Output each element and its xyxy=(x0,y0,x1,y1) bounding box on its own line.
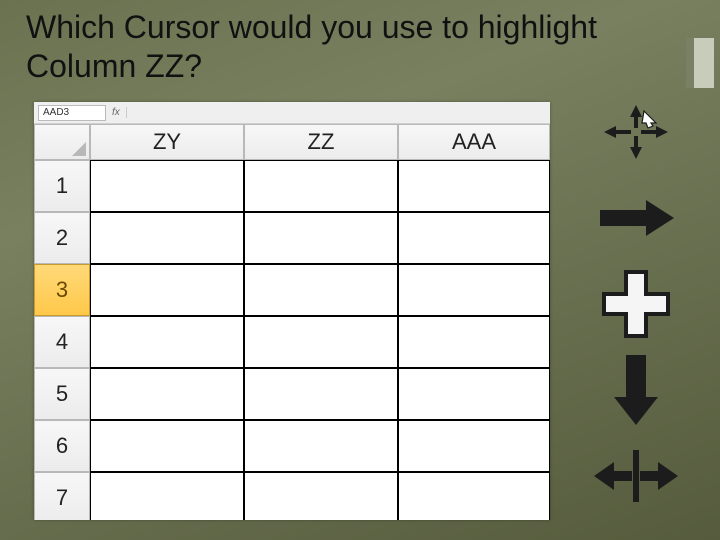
column-header-zz[interactable]: ZZ xyxy=(244,124,398,160)
cell[interactable] xyxy=(398,160,550,212)
column-header-zy[interactable]: ZY xyxy=(90,124,244,160)
cell[interactable] xyxy=(244,420,398,472)
fx-label: fx xyxy=(112,107,127,118)
cell[interactable] xyxy=(244,472,398,520)
cell[interactable] xyxy=(398,368,550,420)
move-four-headed-arrow-icon xyxy=(598,103,674,161)
select-all-corner[interactable] xyxy=(34,124,90,160)
row-header[interactable]: 4 xyxy=(34,316,90,368)
cursor-option-fill-right-arrow[interactable] xyxy=(596,186,676,250)
cell[interactable] xyxy=(398,264,550,316)
cell[interactable] xyxy=(398,420,550,472)
cell[interactable] xyxy=(90,420,244,472)
cursor-option-down-arrow[interactable] xyxy=(596,358,676,422)
cell[interactable] xyxy=(244,316,398,368)
cell[interactable] xyxy=(90,212,244,264)
cursor-option-precision-cross[interactable] xyxy=(596,272,676,336)
cell[interactable] xyxy=(244,264,398,316)
question-title: Which Cursor would you use to highlight … xyxy=(26,8,600,86)
row-header[interactable]: 2 xyxy=(34,212,90,264)
row-header[interactable]: 7 xyxy=(34,472,90,520)
spreadsheet-grid: ZY ZZ AAA 1 2 3 4 5 6 7 xyxy=(34,124,550,520)
mouse-pointer-icon xyxy=(642,111,656,128)
spreadsheet-area: AAD3 fx ZY ZZ AAA 1 2 3 4 5 6 7 xyxy=(34,102,550,520)
cell[interactable] xyxy=(398,212,550,264)
cursor-option-resize-horizontal[interactable] xyxy=(596,444,676,508)
cursor-option-move-arrows[interactable] xyxy=(596,100,676,164)
row-header[interactable]: 5 xyxy=(34,368,90,420)
right-arrow-icon xyxy=(596,198,676,238)
resize-horizontal-icon xyxy=(592,448,680,504)
cell[interactable] xyxy=(244,212,398,264)
formula-bar: AAD3 fx xyxy=(34,102,550,124)
column-header-aaa[interactable]: AAA xyxy=(398,124,550,160)
cell[interactable] xyxy=(398,316,550,368)
cell[interactable] xyxy=(244,160,398,212)
cell[interactable] xyxy=(90,316,244,368)
name-box[interactable]: AAD3 xyxy=(38,105,106,121)
row-header-selected[interactable]: 3 xyxy=(34,264,90,316)
cell[interactable] xyxy=(398,472,550,520)
plus-cross-icon xyxy=(602,270,670,338)
cell[interactable] xyxy=(90,264,244,316)
slide-accent-bar xyxy=(686,38,714,88)
row-header[interactable]: 6 xyxy=(34,420,90,472)
row-header[interactable]: 1 xyxy=(34,160,90,212)
cursor-options-panel xyxy=(588,100,684,508)
cell[interactable] xyxy=(90,368,244,420)
down-arrow-icon xyxy=(612,353,660,427)
cell[interactable] xyxy=(90,160,244,212)
cell[interactable] xyxy=(90,472,244,520)
cell[interactable] xyxy=(244,368,398,420)
